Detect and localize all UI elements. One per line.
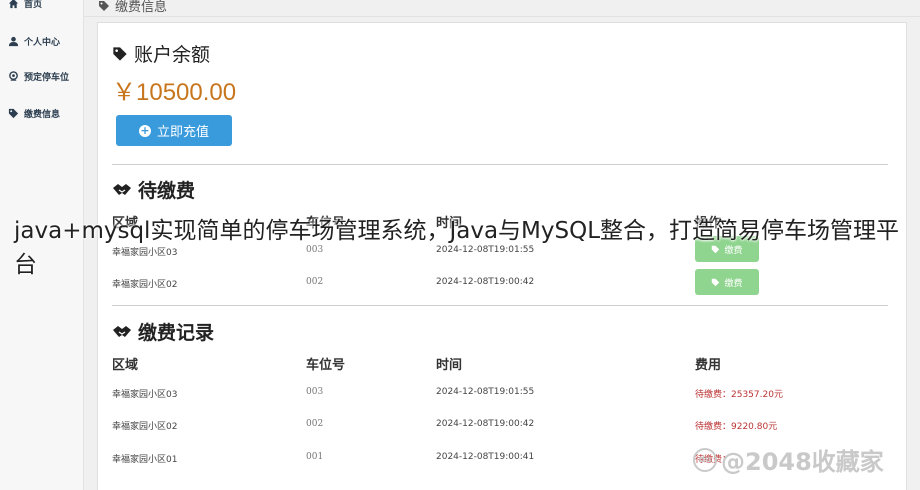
- handshake-icon: [113, 183, 131, 195]
- sidebar-item-label: 缴费信息: [24, 110, 61, 120]
- record-row-slot: 002: [306, 419, 324, 429]
- records-header-time: 时间: [436, 358, 463, 373]
- watermark-text: @2048收藏家: [721, 448, 884, 476]
- breadcrumb-divider: [84, 16, 920, 17]
- breadcrumb: 缴费信息: [98, 0, 167, 15]
- sidebar-item-reserve[interactable]: 预定停车位: [8, 70, 69, 83]
- handshake-icon: [113, 325, 131, 337]
- sidebar-item-profile[interactable]: 个人中心: [8, 35, 60, 48]
- tag-icon: [8, 108, 19, 119]
- plus-circle-icon: +: [138, 123, 151, 137]
- record-row-slot: 001: [306, 452, 324, 462]
- balance-title-label: 账户余额: [134, 44, 211, 66]
- sidebar-item-label: 预定停车位: [24, 73, 70, 83]
- records-title-label: 缴费记录: [138, 322, 215, 344]
- record-row-slot: 003: [306, 387, 324, 397]
- section-divider: [112, 164, 888, 165]
- sidebar-item-label: 首页: [24, 0, 43, 10]
- record-row-time: 2024-12-08T19:00:41: [436, 452, 535, 462]
- records-header-slot: 车位号: [306, 358, 346, 373]
- pending-section-title: 待缴费: [112, 176, 195, 203]
- record-row-fee: 待缴费：9220.80元: [695, 422, 778, 432]
- record-row-area: 幸福家园小区02: [112, 422, 178, 432]
- sidebar-item-payment[interactable]: 缴费信息: [8, 107, 60, 120]
- records-section-title: 缴费记录: [112, 318, 214, 345]
- breadcrumb-label: 缴费信息: [115, 0, 168, 15]
- record-row-area: 幸福家园小区01: [112, 455, 178, 465]
- records-header-area: 区域: [112, 358, 139, 373]
- records-header-fee: 费用: [695, 358, 722, 373]
- user-icon: [8, 36, 19, 47]
- record-row-area: 幸福家园小区03: [112, 390, 178, 400]
- record-row-fee: 待缴费：25357.20元: [695, 390, 783, 400]
- location-icon: [9, 71, 18, 81]
- home-icon: [8, 0, 19, 9]
- watermark: du @2048收藏家: [693, 442, 884, 477]
- recharge-button[interactable]: + 立即充值: [116, 115, 232, 146]
- balance-amount: ￥10500.00: [112, 79, 237, 106]
- balance-title: 账户余额: [112, 40, 210, 67]
- tag-icon: [99, 0, 109, 11]
- caption-overlay: java+mysql实现简单的停车场管理系统，Java与MySQL整合，打造简易…: [14, 218, 900, 278]
- watermark-logo-icon: du: [693, 447, 717, 472]
- record-row-time: 2024-12-08T19:00:42: [436, 419, 535, 429]
- section-divider: [112, 305, 888, 306]
- sidebar-item-home[interactable]: 首页: [8, 0, 42, 10]
- tag-icon: [113, 46, 127, 61]
- sidebar-item-label: 个人中心: [24, 38, 61, 48]
- recharge-button-label: 立即充值: [156, 125, 209, 140]
- pending-title-label: 待缴费: [138, 180, 196, 202]
- record-row-time: 2024-12-08T19:01:55: [436, 387, 535, 397]
